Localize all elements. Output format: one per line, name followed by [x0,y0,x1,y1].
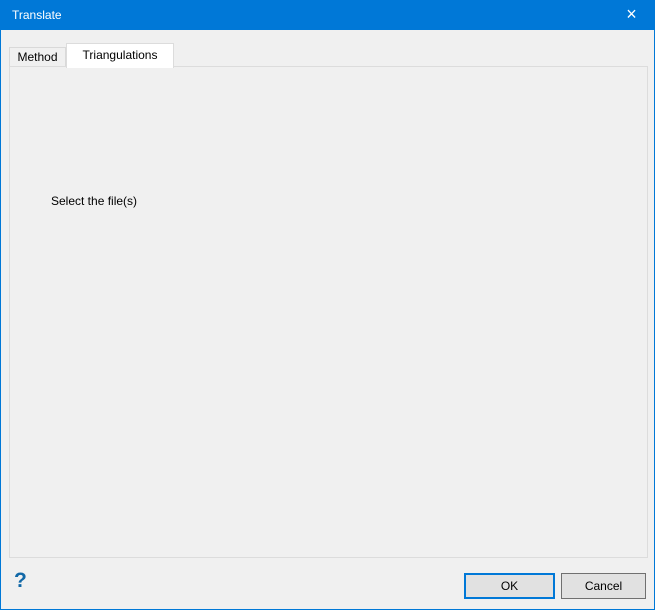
help-icon[interactable]: ? [14,569,27,593]
title-bar: Translate × [1,1,654,30]
tab-triangulations[interactable]: Triangulations [66,43,174,68]
ok-button[interactable]: OK [464,573,555,599]
tab-method[interactable]: Method [9,47,66,67]
groupbox-title: Select the file(s) [47,194,141,208]
cancel-button[interactable]: Cancel [561,573,646,599]
window-title: Translate [12,1,62,30]
translate-dialog: Translate × Method Triangulations Select… [0,0,655,610]
tab-panel [9,66,648,558]
close-icon[interactable]: × [609,1,654,30]
